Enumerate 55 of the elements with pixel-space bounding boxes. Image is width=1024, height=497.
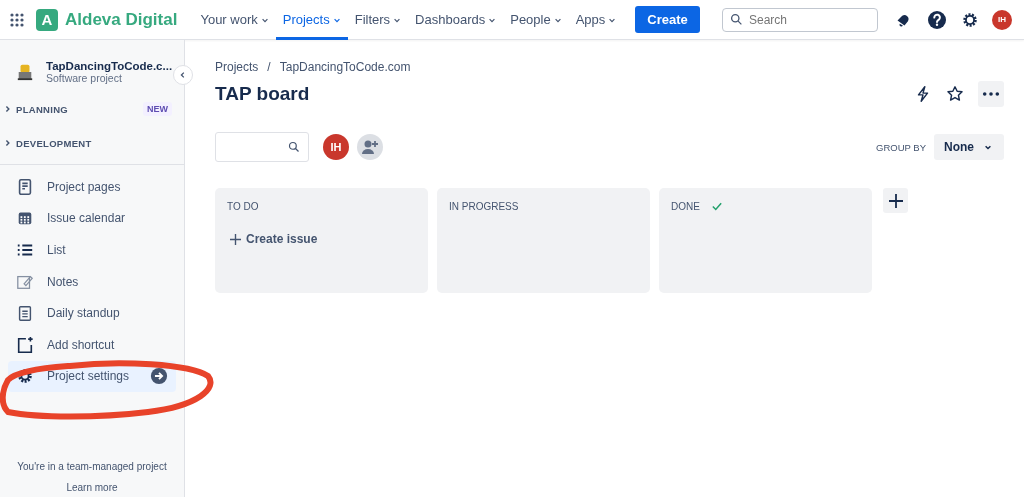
sidebar-item[interactable]: Project pages (8, 171, 176, 203)
star-icon[interactable] (946, 85, 964, 103)
column-title: IN PROGRESS (449, 201, 519, 212)
create-button[interactable]: Create (635, 6, 700, 33)
sidebar-item[interactable]: Add shortcut (8, 328, 176, 361)
breadcrumb-link[interactable]: TapDancingToCode.com (279, 60, 411, 74)
sidebar-item[interactable]: List (8, 234, 176, 266)
more-options-button[interactable] (978, 81, 1004, 107)
settings-icon[interactable] (961, 10, 979, 29)
search-icon (288, 141, 300, 153)
caret-icon (984, 143, 992, 151)
sidebar-item[interactable]: Notes (8, 265, 176, 298)
breadcrumb-link[interactable]: Projects (215, 60, 259, 74)
ellipsis-icon (982, 91, 1000, 97)
board-search-field[interactable] (215, 132, 309, 162)
nav-menu-item[interactable]: People (503, 0, 569, 40)
help-icon[interactable] (927, 9, 947, 30)
app-grid-icon[interactable] (10, 12, 24, 27)
sidebar-section[interactable]: PLANNING NEW (4, 92, 176, 126)
add-column-button[interactable] (883, 188, 908, 213)
arrow-right-icon[interactable] (150, 367, 168, 386)
footer-note: You're in a team-managed project (17, 461, 167, 472)
nav-menu-item[interactable]: Projects (275, 0, 348, 40)
project-type: Software project (46, 72, 123, 84)
add-shortcut-icon (16, 335, 34, 354)
sidebar-item[interactable]: Daily standup (8, 297, 176, 329)
user-avatar[interactable]: IH (323, 134, 349, 160)
plus-icon (230, 233, 241, 245)
project-name[interactable]: TapDancingToCode.c... (46, 60, 173, 72)
group-by-dropdown[interactable]: None (934, 134, 1004, 160)
plus-icon (887, 192, 904, 209)
board-title: TAP board (215, 83, 310, 105)
new-badge: NEW (143, 102, 172, 116)
search-icon (730, 13, 743, 26)
sidebar-item[interactable]: Issue calendar (8, 202, 176, 235)
chevron-icon (4, 105, 12, 113)
nav-menu-item[interactable]: Apps (568, 0, 624, 40)
user-avatar[interactable]: IH (992, 9, 1012, 30)
learn-more-link[interactable]: Learn more (66, 482, 118, 493)
nav-menu-item[interactable]: Dashboards (408, 0, 504, 40)
nav-menu-item[interactable]: Filters (347, 0, 409, 40)
group-by-label: GROUP BY (876, 141, 926, 153)
clipboard-icon (16, 304, 34, 323)
column-title: DONE (671, 201, 700, 212)
add-person-icon[interactable] (357, 134, 383, 160)
breadcrumb-separator: / (267, 60, 271, 74)
chevron-left-icon (179, 71, 187, 79)
search-field[interactable]: Search (722, 7, 878, 32)
column-title: TO DO (227, 201, 259, 212)
document-icon (16, 177, 34, 196)
nav-menu-item[interactable]: Your work (193, 0, 276, 40)
laptop-person-icon (16, 63, 34, 81)
chevron-icon (4, 139, 12, 147)
create-issue-button[interactable]: Create issue (227, 232, 321, 246)
sidebar-section[interactable]: DEVELOPMENT (4, 126, 176, 160)
